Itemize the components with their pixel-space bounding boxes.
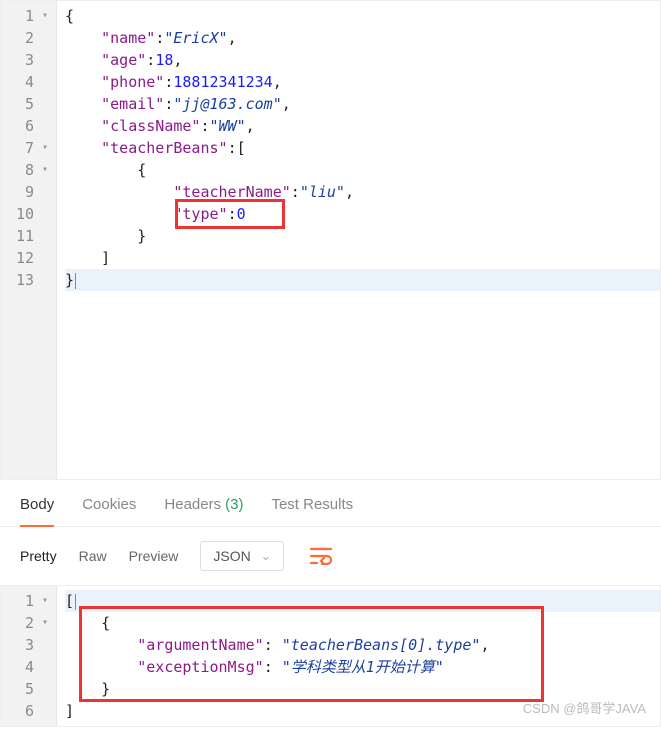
line-number: 11 (16, 225, 34, 247)
watermark-text: CSDN @鸽哥学JAVA (523, 698, 646, 720)
tab-headers[interactable]: Headers(3) (164, 496, 243, 526)
line-number: 8 (25, 159, 34, 181)
view-preview[interactable]: Preview (129, 548, 179, 564)
json-key: "email" (101, 95, 164, 113)
json-string: "teacherBeans[0].type" (282, 636, 481, 654)
json-key: "type" (173, 205, 227, 223)
text-cursor (75, 273, 76, 289)
bracket: [ (237, 139, 246, 157)
line-number: 5 (25, 93, 34, 115)
json-key: "age" (101, 51, 146, 69)
brace: { (137, 161, 146, 179)
view-raw[interactable]: Raw (79, 548, 107, 564)
line-number: 4 (25, 656, 34, 678)
code-area[interactable]: { "name":"EricX", "age":18, "phone":1881… (57, 1, 660, 479)
json-number: 0 (237, 205, 246, 223)
line-number: 4 (25, 71, 34, 93)
bracket: [ (65, 592, 74, 610)
line-gutter: 1▾ 2▾ 3 4 5 6 (1, 586, 57, 726)
fold-icon[interactable]: ▾ (38, 5, 48, 27)
line-number: 2 (25, 612, 34, 634)
line-number: 5 (25, 678, 34, 700)
response-toolbar: Pretty Raw Preview JSON ⌄ (0, 527, 661, 585)
json-key: "argumentName" (137, 636, 263, 654)
tab-body[interactable]: Body (20, 496, 54, 527)
brace: } (137, 227, 146, 245)
line-number: 13 (16, 269, 34, 291)
brace: } (101, 680, 110, 698)
json-key: "teacherName" (173, 183, 290, 201)
json-key: "phone" (101, 73, 164, 91)
bracket: ] (101, 249, 110, 267)
json-string: "jj@163.com" (173, 95, 281, 113)
line-number: 6 (25, 700, 34, 722)
request-body-editor[interactable]: 1▾ 2 3 4 5 6 7▾ 8▾ 9 10 11 12 13 { "name… (0, 0, 661, 480)
json-key: "exceptionMsg" (137, 658, 263, 676)
line-number: 9 (25, 181, 34, 203)
line-number: 12 (16, 247, 34, 269)
tab-test-results[interactable]: Test Results (271, 496, 353, 526)
text-cursor (75, 594, 76, 610)
brace: { (101, 614, 110, 632)
line-number: 7 (25, 137, 34, 159)
json-key: "className" (101, 117, 200, 135)
json-string: "EricX" (164, 29, 227, 47)
line-number: 10 (16, 203, 34, 225)
fold-icon[interactable]: ▾ (38, 137, 48, 159)
format-select[interactable]: JSON ⌄ (200, 541, 283, 571)
tab-cookies[interactable]: Cookies (82, 496, 136, 526)
fold-icon[interactable]: ▾ (38, 159, 48, 181)
json-number: 18 (155, 51, 173, 69)
json-key: "name" (101, 29, 155, 47)
line-number: 3 (25, 634, 34, 656)
json-number: 18812341234 (173, 73, 272, 91)
wrap-lines-button[interactable] (306, 541, 336, 571)
brace: { (65, 7, 74, 25)
json-string: "liu" (300, 183, 345, 201)
bracket: ] (65, 702, 74, 720)
format-select-value: JSON (213, 548, 250, 564)
chevron-down-icon: ⌄ (261, 549, 271, 563)
line-number: 3 (25, 49, 34, 71)
line-number: 1 (25, 5, 34, 27)
json-string: "学科类型从1开始计算" (282, 658, 444, 676)
brace: } (65, 271, 74, 289)
line-number: 2 (25, 27, 34, 49)
line-number: 1 (25, 590, 34, 612)
line-gutter: 1▾ 2 3 4 5 6 7▾ 8▾ 9 10 11 12 13 (1, 1, 57, 479)
view-pretty[interactable]: Pretty (20, 548, 57, 564)
json-string: "WW" (210, 117, 246, 135)
code-area[interactable]: [ { "argumentName": "teacherBeans[0].typ… (57, 586, 660, 726)
fold-icon[interactable]: ▾ (38, 590, 48, 612)
response-tabs: Body Cookies Headers(3) Test Results (0, 480, 661, 527)
response-body-editor[interactable]: 1▾ 2▾ 3 4 5 6 [ { "argumentName": "teach… (0, 585, 661, 727)
json-key: "teacherBeans" (101, 139, 227, 157)
line-number: 6 (25, 115, 34, 137)
fold-icon[interactable]: ▾ (38, 612, 48, 634)
